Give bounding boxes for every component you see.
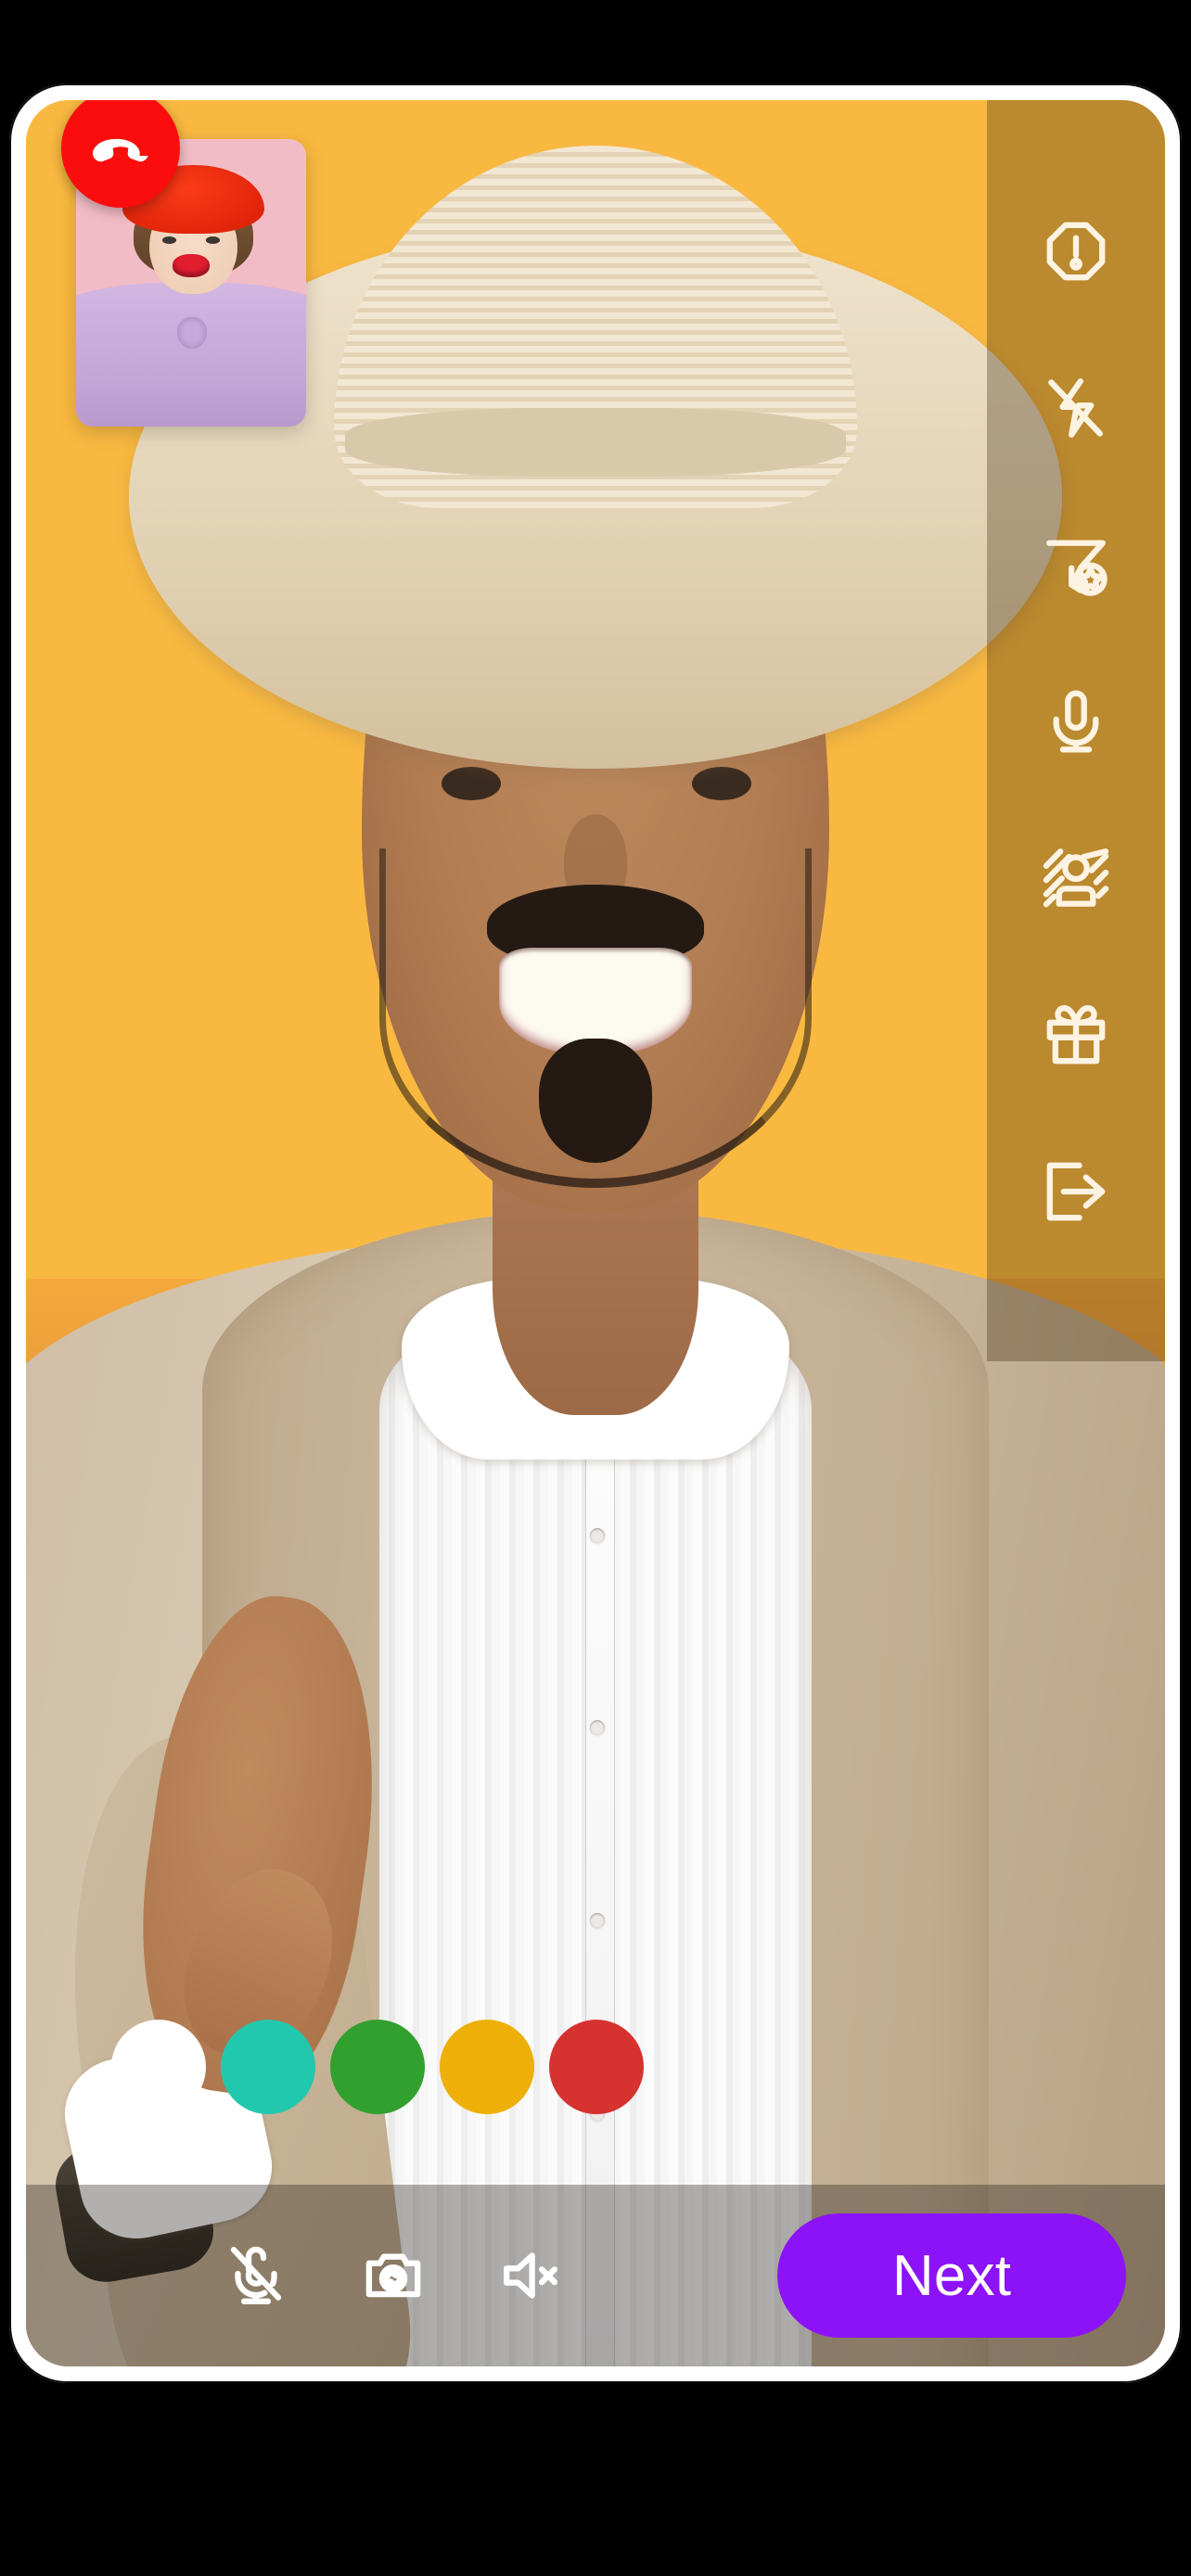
pip-person-eye <box>162 236 176 244</box>
sidebar-actions <box>987 100 1165 1361</box>
filter-star-icon[interactable] <box>1034 523 1118 606</box>
pip-person-mouth <box>173 254 210 277</box>
report-octagon-icon[interactable] <box>1034 210 1118 293</box>
blur-person-icon[interactable] <box>1034 836 1118 920</box>
gift-icon[interactable] <box>1034 993 1118 1077</box>
call-control-icons <box>208 2227 579 2324</box>
filter-swatch-teal[interactable] <box>221 2020 315 2114</box>
phone-frame: Next <box>9 83 1182 2383</box>
speaker-muted-icon[interactable] <box>482 2227 579 2324</box>
hat-band <box>344 408 847 477</box>
filter-swatch-row <box>26 2020 1165 2114</box>
person-eye <box>692 766 752 801</box>
filter-swatch-red[interactable] <box>549 2020 644 2114</box>
flash-off-icon[interactable] <box>1034 366 1118 450</box>
camera-flip-icon[interactable] <box>345 2227 442 2324</box>
filter-swatch-none[interactable] <box>111 2020 206 2114</box>
shirt-button <box>589 1527 605 1543</box>
microphone-muted-icon[interactable] <box>208 2227 304 2324</box>
next-button[interactable]: Next <box>777 2213 1126 2338</box>
pip-person-blouse <box>76 283 306 427</box>
app-screen: Next <box>26 100 1165 2366</box>
person-eye <box>442 766 502 801</box>
microphone-icon[interactable] <box>1034 680 1118 763</box>
person-goatee <box>538 1038 653 1164</box>
exit-icon[interactable] <box>1034 1150 1118 1233</box>
filter-swatch-green[interactable] <box>330 2020 425 2114</box>
pip-person-eye <box>206 236 220 244</box>
shirt-button <box>589 1913 605 1929</box>
call-control-bar: Next <box>26 2185 1165 2366</box>
filter-swatch-amber[interactable] <box>440 2020 534 2114</box>
